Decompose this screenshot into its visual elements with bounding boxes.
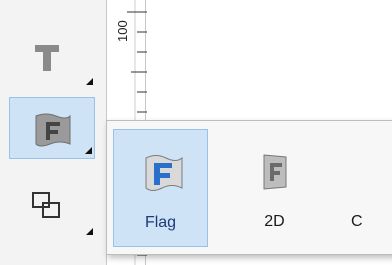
tools-toolbar xyxy=(0,0,107,265)
option-flag[interactable]: Flag xyxy=(113,129,208,247)
option-2d-label: 2D xyxy=(264,213,285,230)
option-flag-label: Flag xyxy=(144,214,177,231)
text-tool-icon xyxy=(35,45,59,71)
expand-corner-icon xyxy=(85,147,92,154)
expand-corner-icon xyxy=(86,78,93,85)
flag-warp-icon xyxy=(145,155,182,191)
shapes-icon xyxy=(32,192,60,218)
ruler-label: 100 xyxy=(115,20,130,42)
text-tool-button[interactable] xyxy=(9,27,95,89)
option-c-label: C xyxy=(351,213,363,230)
2d-warp-icon xyxy=(263,154,286,190)
warp-text-tool-button[interactable] xyxy=(9,97,95,159)
shapes-tool-button[interactable] xyxy=(9,177,95,239)
expand-corner-icon xyxy=(86,228,93,235)
option-c[interactable]: C xyxy=(343,129,392,247)
warp-style-popup: Flag 2D C xyxy=(106,120,392,255)
warp-text-icon xyxy=(35,113,71,147)
option-2d[interactable]: 2D xyxy=(227,129,322,247)
